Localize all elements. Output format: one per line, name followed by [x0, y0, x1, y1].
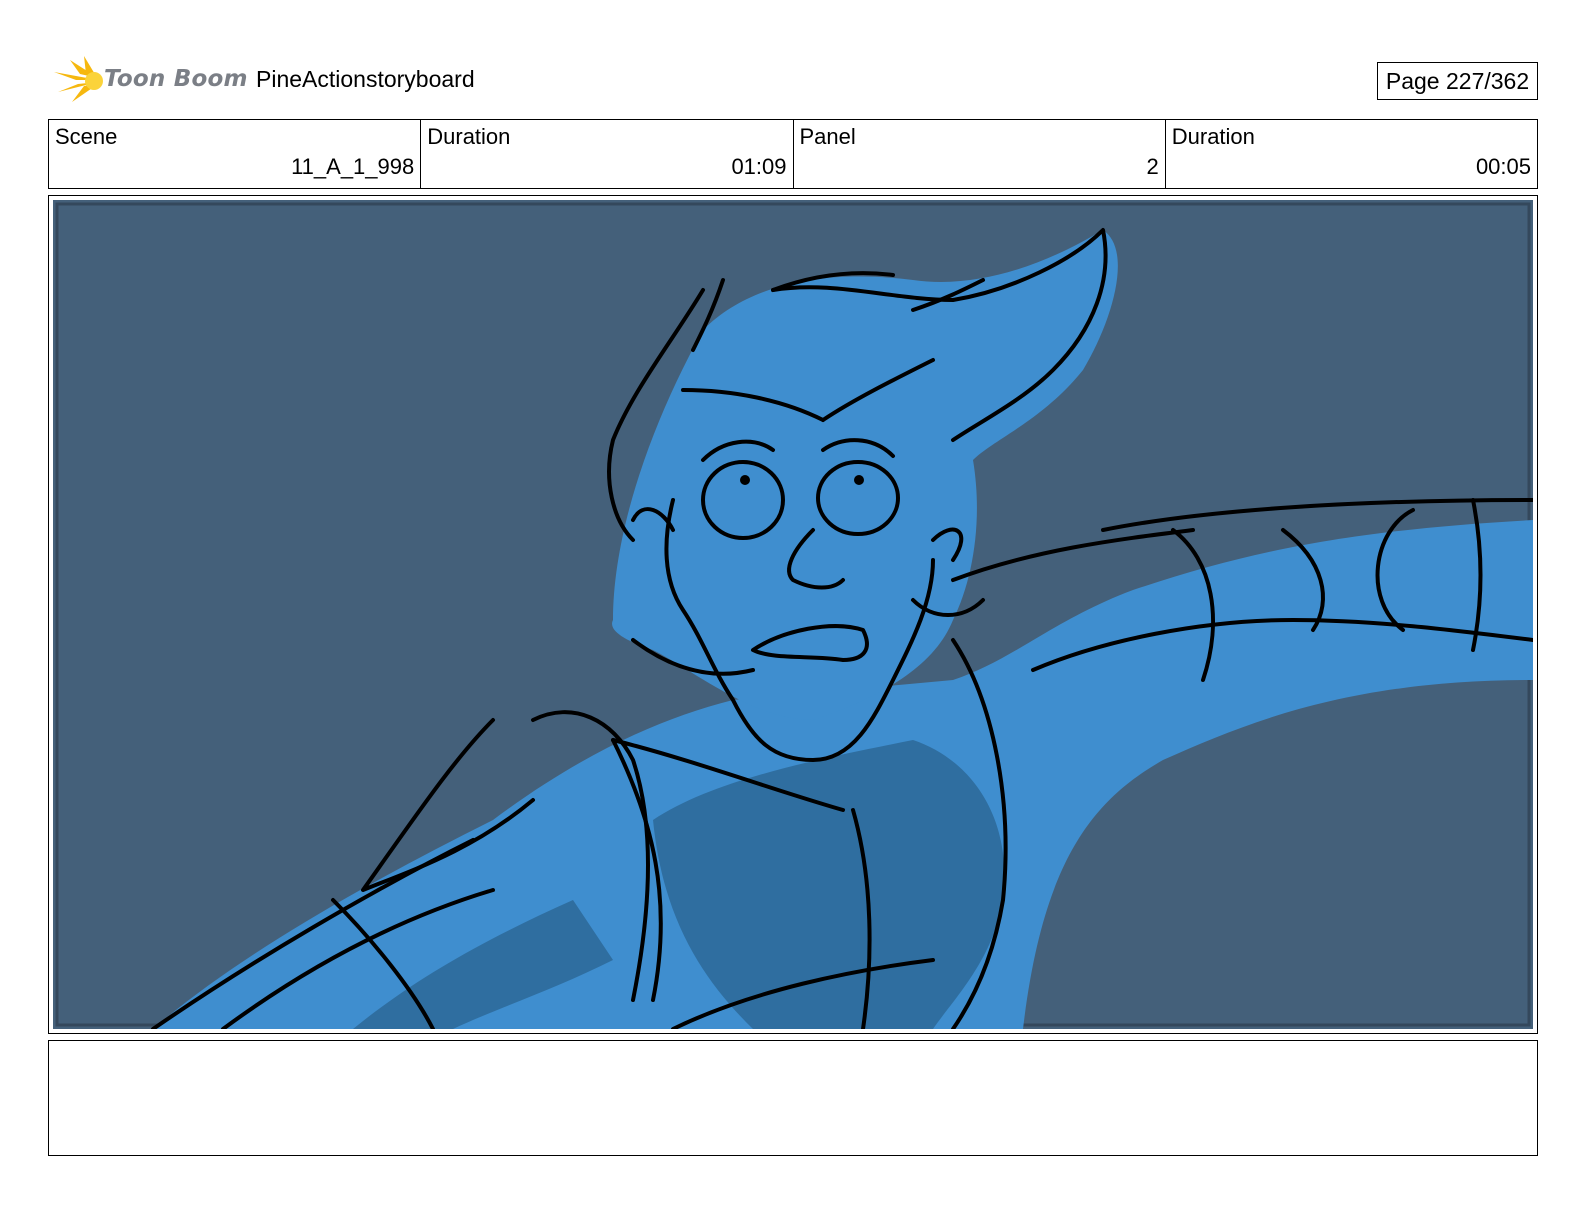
page-indicator: Page 227/362: [1377, 62, 1538, 100]
scene-label: Scene: [55, 124, 118, 149]
panel-label: Panel: [799, 124, 856, 149]
starburst-icon: [54, 56, 103, 102]
scene-value: 11_A_1_998: [291, 154, 415, 179]
panel-drawing: [53, 200, 1533, 1029]
panel-notes-box: [48, 1040, 1538, 1156]
panel-cell: Panel 2: [794, 120, 1166, 188]
character-sketch: [55, 202, 1533, 1029]
scene-duration-cell: Duration 01:09: [421, 120, 794, 188]
panel-duration-label: Duration: [1171, 124, 1255, 149]
project-title: PineActionstoryboard: [256, 66, 475, 92]
logo-wordmark: Toon Boom: [104, 66, 248, 92]
panel-duration-value: 00:05: [1475, 154, 1531, 179]
scene-duration-value: 01:09: [731, 154, 787, 179]
panel-duration-cell: Duration 00:05: [1166, 120, 1537, 188]
scene-info-table: Scene 11_A_1_998 Duration 01:09 Panel 2 …: [48, 119, 1538, 189]
scene-duration-label: Duration: [427, 124, 511, 149]
toon-boom-logo: Toon Boom: [50, 54, 247, 106]
scene-cell: Scene 11_A_1_998: [49, 120, 422, 188]
panel-value: 2: [1146, 154, 1159, 179]
storyboard-panel: [48, 195, 1538, 1034]
